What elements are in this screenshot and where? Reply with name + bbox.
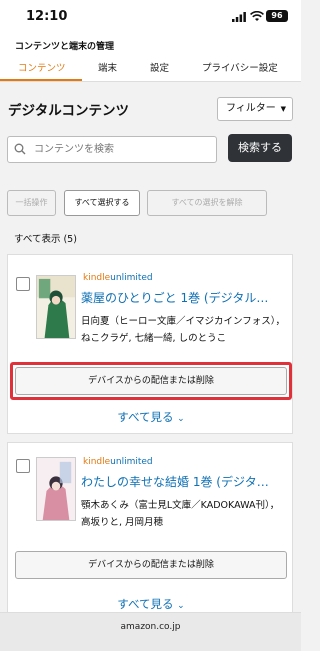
browser-url-bar: amazon.co.jp <box>0 612 301 651</box>
book-cover-image <box>36 457 76 521</box>
tab-settings[interactable]: 設定 <box>150 60 169 74</box>
tab-devices[interactable]: 端末 <box>98 60 117 74</box>
select-all-button[interactable]: すべて選択する <box>64 190 140 216</box>
book-checkbox[interactable] <box>16 277 30 291</box>
status-time: 12:10 <box>26 9 68 24</box>
filter-dropdown[interactable]: フィルター ▼ <box>217 97 293 121</box>
wifi-icon <box>250 11 264 21</box>
book-title-link[interactable]: 薬屋のひとりごと 1巻 (デジタル… <box>81 289 289 306</box>
chevron-down-icon: ⌄ <box>177 601 185 611</box>
see-all-label: すべて見る <box>117 410 174 424</box>
tab-privacy[interactable]: プライバシー設定 <box>202 60 278 74</box>
see-all-link[interactable]: すべて見る ⌄ <box>8 409 294 425</box>
filter-label: フィルター <box>226 103 276 114</box>
kindle-unlimited-badge: kindleunlimited <box>83 457 153 467</box>
page-title: コンテンツと端末の管理 <box>15 42 115 52</box>
show-all-count: すべて表示 (5) <box>14 234 77 245</box>
tab-bar: コンテンツ 端末 設定 プライバシー設定 <box>0 56 301 82</box>
status-bar: 12:10 96 <box>0 0 301 34</box>
bulk-action-button[interactable]: 一括操作 <box>7 190 56 216</box>
chevron-down-icon: ⌄ <box>177 414 185 424</box>
search-icon <box>14 143 26 155</box>
section-title: デジタルコンテンツ <box>8 103 129 119</box>
book-author: 顎木あくみ（富士見L文庫／KADOKAWA刊），高坂りと, 月岡月穂 <box>81 500 280 528</box>
kindle-unlimited-badge: kindleunlimited <box>83 273 153 283</box>
book-cover-image <box>36 275 76 339</box>
see-all-link[interactable]: すべて見る ⌄ <box>8 596 294 612</box>
book-card: kindleunlimited 薬屋のひとりごと 1巻 (デジタル… 日向夏（ヒ… <box>7 254 293 434</box>
deliver-or-delete-button[interactable]: デバイスからの配信または削除 <box>15 367 287 395</box>
tab-contents[interactable]: コンテンツ <box>18 60 66 74</box>
search-button[interactable]: 検索する <box>228 134 292 162</box>
signal-icon <box>232 12 246 22</box>
page-header: コンテンツと端末の管理 コンテンツ 端末 設定 プライバシー設定 <box>0 34 301 82</box>
deliver-or-delete-button[interactable]: デバイスからの配信または削除 <box>15 551 287 579</box>
active-tab-indicator <box>0 79 82 81</box>
see-all-label: すべて見る <box>117 597 174 611</box>
search-input[interactable] <box>7 136 217 163</box>
caret-down-icon: ▼ <box>280 105 286 113</box>
deselect-all-button[interactable]: すべての選択を解除 <box>147 190 267 216</box>
url-text[interactable]: amazon.co.jp <box>0 622 301 632</box>
book-card: kindleunlimited わたしの幸せな結婚 1巻 (デジタ… 顎木あくみ… <box>7 442 293 617</box>
battery-icon: 96 <box>266 10 288 22</box>
book-author: 日向夏（ヒーロー文庫／イマジカインフォス），ねこクラゲ, 七緒一綺, しのとうこ <box>81 316 285 344</box>
book-title-link[interactable]: わたしの幸せな結婚 1巻 (デジタ… <box>81 473 289 490</box>
book-checkbox[interactable] <box>16 459 30 473</box>
